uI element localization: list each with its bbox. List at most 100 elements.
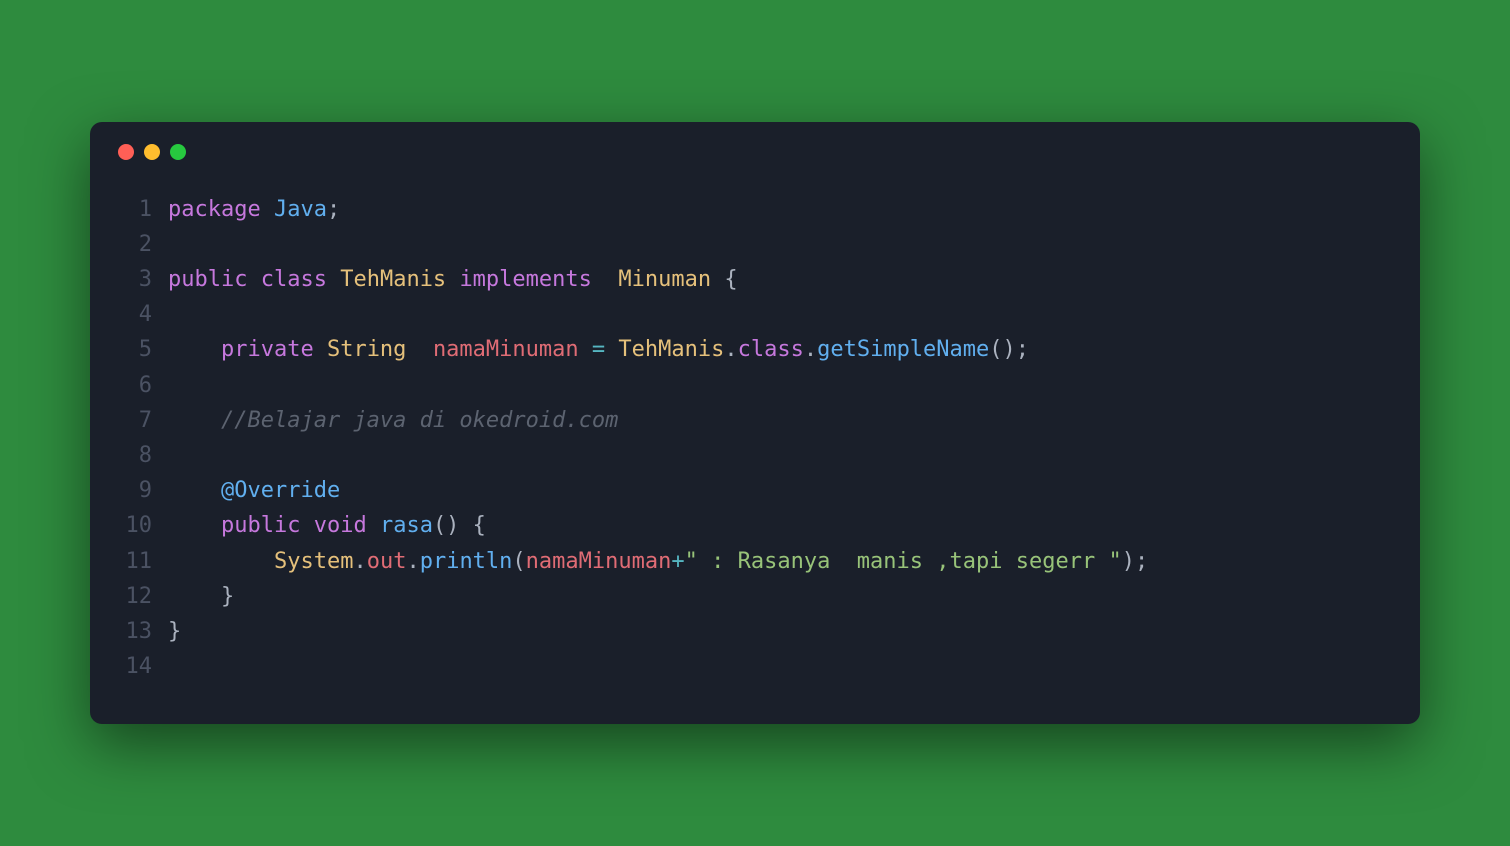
token-kw: class bbox=[261, 267, 327, 292]
token-cls: TehManis bbox=[618, 337, 724, 362]
code-content bbox=[168, 297, 181, 332]
code-content: } bbox=[168, 579, 234, 614]
window-titlebar bbox=[90, 122, 1420, 172]
token-punc: } bbox=[168, 584, 234, 609]
code-content: } bbox=[168, 614, 181, 649]
code-line: 14 bbox=[118, 649, 1392, 684]
code-content: public void rasa() { bbox=[168, 508, 486, 543]
code-content: System.out.println(namaMinuman+" : Rasan… bbox=[168, 544, 1148, 579]
line-number: 2 bbox=[118, 227, 152, 262]
token-type: println bbox=[420, 549, 513, 574]
token-punc: . bbox=[804, 337, 817, 362]
maximize-icon[interactable] bbox=[170, 144, 186, 160]
code-content: @Override bbox=[168, 473, 340, 508]
code-line: 3 public class TehManis implements Minuma… bbox=[118, 262, 1392, 297]
code-line: 8 bbox=[118, 438, 1392, 473]
token-kw: package bbox=[168, 197, 261, 222]
token-type: rasa bbox=[380, 513, 433, 538]
token-plain bbox=[300, 513, 313, 538]
token-kw: public bbox=[168, 267, 247, 292]
code-line: 4 bbox=[118, 297, 1392, 332]
token-plain bbox=[261, 197, 274, 222]
token-cls: System bbox=[274, 549, 353, 574]
line-number: 3 bbox=[118, 262, 152, 297]
code-line: 9 @Override bbox=[118, 473, 1392, 508]
token-plain bbox=[314, 337, 327, 362]
token-cls: TehManis bbox=[340, 267, 446, 292]
line-number: 12 bbox=[118, 579, 152, 614]
line-number: 4 bbox=[118, 297, 152, 332]
token-punc: ( bbox=[512, 549, 525, 574]
token-plain bbox=[168, 549, 274, 574]
close-icon[interactable] bbox=[118, 144, 134, 160]
token-plain bbox=[579, 337, 592, 362]
token-var: namaMinuman bbox=[433, 337, 579, 362]
line-number: 13 bbox=[118, 614, 152, 649]
token-plain bbox=[406, 337, 433, 362]
code-line: 6 bbox=[118, 368, 1392, 403]
line-number: 10 bbox=[118, 508, 152, 543]
code-content: public class TehManis implements Minuman… bbox=[168, 262, 738, 297]
code-line: 12 } bbox=[118, 579, 1392, 614]
token-plain bbox=[327, 267, 340, 292]
token-op: + bbox=[671, 549, 684, 574]
line-number: 8 bbox=[118, 438, 152, 473]
token-op: = bbox=[592, 337, 605, 362]
code-line: 1 package Java; bbox=[118, 192, 1392, 227]
token-punc: ; bbox=[327, 197, 340, 222]
token-var: out bbox=[367, 549, 407, 574]
token-punc: { bbox=[711, 267, 738, 292]
token-kw: class bbox=[738, 337, 804, 362]
line-number: 5 bbox=[118, 332, 152, 367]
token-cls: String bbox=[327, 337, 406, 362]
token-kw: private bbox=[221, 337, 314, 362]
line-number: 1 bbox=[118, 192, 152, 227]
token-plain bbox=[168, 408, 221, 433]
token-punc: . bbox=[406, 549, 419, 574]
token-punc: . bbox=[724, 337, 737, 362]
line-number: 7 bbox=[118, 403, 152, 438]
code-content: private String namaMinuman = TehManis.cl… bbox=[168, 332, 1029, 367]
token-plain bbox=[592, 267, 619, 292]
token-plain bbox=[168, 337, 221, 362]
code-content: //Belajar java di okedroid.com bbox=[168, 403, 618, 438]
token-kw: implements bbox=[459, 267, 591, 292]
token-ann: @Override bbox=[221, 478, 340, 503]
token-plain bbox=[367, 513, 380, 538]
code-line: 2 bbox=[118, 227, 1392, 262]
token-kw: void bbox=[314, 513, 367, 538]
token-type: Java bbox=[274, 197, 327, 222]
token-comment: //Belajar java di okedroid.com bbox=[221, 408, 618, 433]
token-var: namaMinuman bbox=[526, 549, 672, 574]
token-punc: () { bbox=[433, 513, 486, 538]
code-line: 10 public void rasa() { bbox=[118, 508, 1392, 543]
code-content bbox=[168, 438, 181, 473]
token-kw: public bbox=[221, 513, 300, 538]
code-content bbox=[168, 368, 181, 403]
code-content bbox=[168, 649, 181, 684]
token-plain bbox=[168, 478, 221, 503]
line-number: 11 bbox=[118, 544, 152, 579]
token-plain bbox=[247, 267, 260, 292]
line-number: 9 bbox=[118, 473, 152, 508]
code-editor[interactable]: 1 package Java; 2 3 public class TehManis i… bbox=[90, 172, 1420, 725]
code-line: 11 System.out.println(namaMinuman+" : Ra… bbox=[118, 544, 1392, 579]
minimize-icon[interactable] bbox=[144, 144, 160, 160]
code-content: package Java; bbox=[168, 192, 340, 227]
token-punc: } bbox=[168, 619, 181, 644]
line-number: 14 bbox=[118, 649, 152, 684]
token-type: getSimpleName bbox=[817, 337, 989, 362]
token-plain bbox=[605, 337, 618, 362]
token-cls: Minuman bbox=[618, 267, 711, 292]
token-punc: . bbox=[353, 549, 366, 574]
code-line: 7 //Belajar java di okedroid.com bbox=[118, 403, 1392, 438]
code-window: 1 package Java; 2 3 public class TehManis i… bbox=[90, 122, 1420, 725]
token-punc: (); bbox=[989, 337, 1029, 362]
token-plain bbox=[168, 513, 221, 538]
code-line: 13} bbox=[118, 614, 1392, 649]
token-plain bbox=[446, 267, 459, 292]
line-number: 6 bbox=[118, 368, 152, 403]
code-content bbox=[168, 227, 181, 262]
token-str: " : Rasanya manis ,tapi segerr " bbox=[685, 549, 1122, 574]
token-punc: ); bbox=[1122, 549, 1149, 574]
